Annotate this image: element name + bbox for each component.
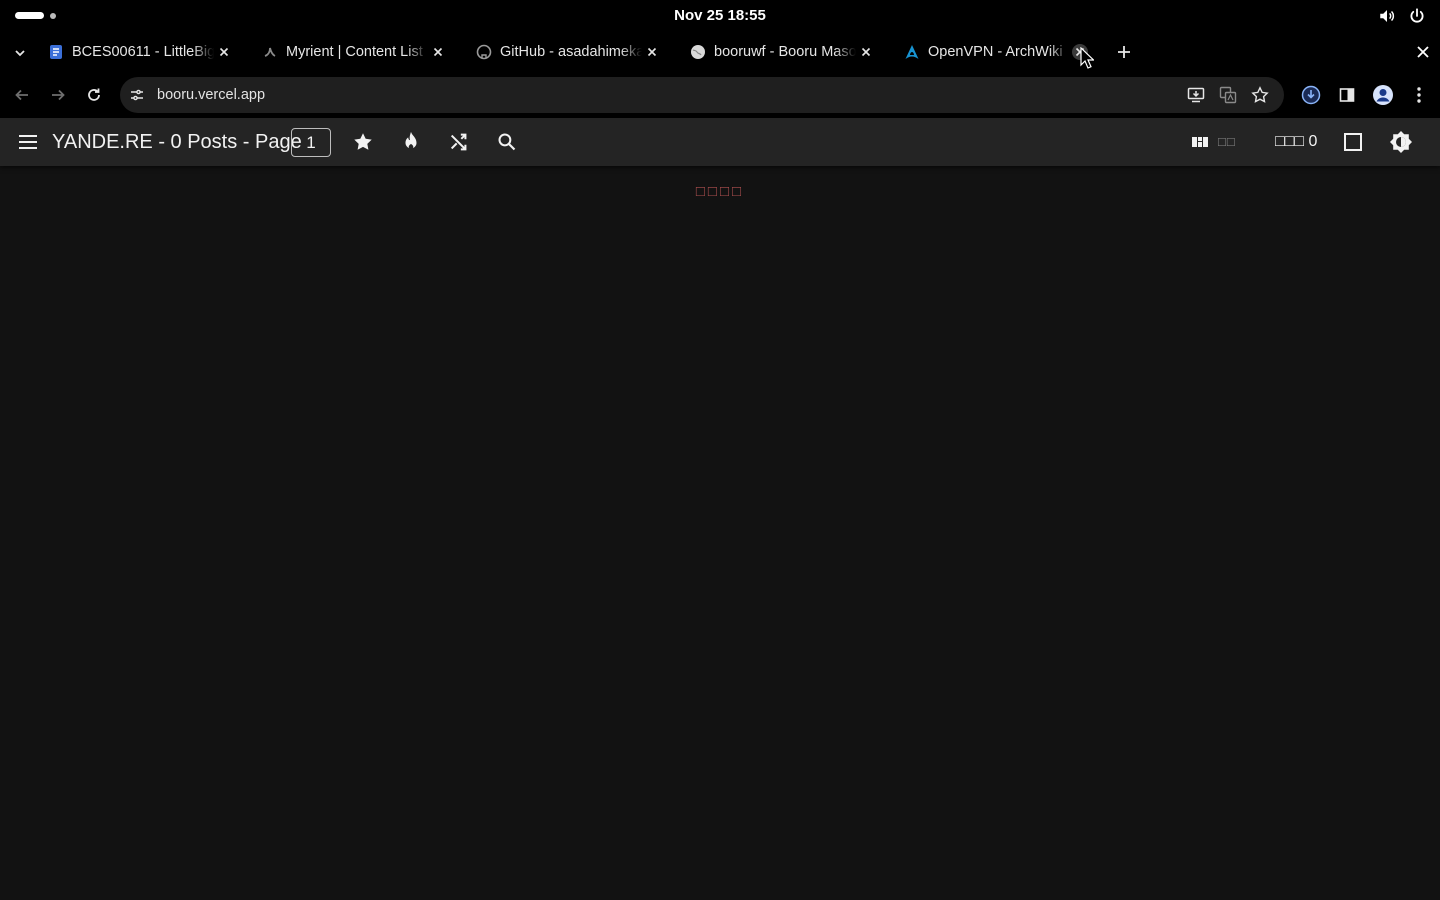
address-bar[interactable]: booru.vercel.app	[120, 77, 1284, 113]
new-tab-plus-icon[interactable]	[1114, 42, 1134, 62]
search-icon[interactable]	[495, 130, 519, 154]
fire-popular-icon[interactable]	[399, 130, 423, 154]
layout-toggle-label[interactable]: □□	[1218, 118, 1236, 166]
system-tray[interactable]	[1378, 7, 1426, 25]
back-arrow-icon[interactable]	[11, 84, 33, 106]
tab-strip: BCES00611 - LittleBigPlanet Myrient | Co…	[0, 32, 1440, 72]
arch-favicon-icon	[904, 44, 920, 60]
globe-favicon-icon	[690, 44, 706, 60]
tab-title: OpenVPN - ArchWiki	[928, 44, 1063, 60]
browser-toolbar: booru.vercel.app	[0, 72, 1440, 118]
close-tab-icon[interactable]	[430, 44, 446, 60]
tab-title: booruwf - Booru Masonry	[714, 44, 856, 60]
close-tab-icon[interactable]	[644, 44, 660, 60]
loading-status-text: □□□□	[695, 183, 745, 200]
system-clock[interactable]: Nov 25 18:55	[0, 0, 1440, 32]
mouse-cursor-icon	[1080, 46, 1095, 74]
power-icon[interactable]	[1408, 7, 1426, 25]
system-top-bar: Nov 25 18:55	[0, 0, 1440, 32]
github-favicon-icon	[476, 44, 492, 60]
shuffle-random-icon[interactable]	[447, 130, 471, 154]
bookmark-star-icon[interactable]	[1250, 85, 1270, 105]
selected-count-label[interactable]: □□□ 0	[1275, 118, 1317, 166]
chrome-menu-icon[interactable]	[1408, 84, 1430, 106]
tab-search-chevron-icon[interactable]	[10, 43, 30, 63]
activities-button[interactable]	[15, 12, 56, 19]
profile-avatar-icon[interactable]	[1372, 84, 1394, 106]
tab-title: Myrient | Content List	[286, 44, 423, 60]
tab-littlebigplanet[interactable]: BCES00611 - LittleBigPlanet	[38, 38, 240, 66]
download-extension-icon[interactable]	[1300, 84, 1322, 106]
masonry-layout-icon[interactable]	[1188, 130, 1212, 154]
tab-title: GitHub - asadahimeka	[500, 44, 642, 60]
translate-icon[interactable]	[1218, 85, 1238, 105]
brightness-theme-icon[interactable]	[1389, 130, 1413, 154]
site-info-tune-icon[interactable]	[128, 86, 146, 104]
volume-icon[interactable]	[1378, 7, 1396, 25]
workspace-indicator	[50, 12, 56, 19]
close-tab-icon[interactable]	[216, 44, 232, 60]
close-tab-icon[interactable]	[858, 44, 874, 60]
star-favorites-icon[interactable]	[351, 130, 375, 154]
myrient-favicon-icon	[262, 44, 278, 60]
hamburger-menu-icon[interactable]	[16, 130, 40, 154]
checkbox-select-icon[interactable]	[1341, 130, 1365, 154]
workspace-indicator-active	[15, 12, 44, 19]
tab-archwiki[interactable]: OpenVPN - ArchWiki	[894, 38, 1096, 66]
page-title: YANDE.RE - 0 Posts - Page	[52, 131, 302, 153]
reload-icon[interactable]	[83, 84, 105, 106]
window-close-icon[interactable]	[1413, 42, 1433, 62]
page-number-input[interactable]	[291, 128, 331, 157]
tab-title: BCES00611 - LittleBigPlanet	[72, 44, 214, 60]
tab-myrient[interactable]: Myrient | Content List	[252, 38, 454, 66]
forward-arrow-icon[interactable]	[47, 84, 69, 106]
tab-booruwf[interactable]: booruwf - Booru Masonry	[680, 38, 882, 66]
tab-github[interactable]: GitHub - asadahimeka	[466, 38, 668, 66]
install-app-icon[interactable]	[1186, 85, 1206, 105]
side-panel-icon[interactable]	[1336, 84, 1358, 106]
app-header: YANDE.RE - 0 Posts - Page □□ □□□ 0	[0, 118, 1440, 166]
url-text[interactable]: booru.vercel.app	[157, 77, 265, 113]
document-favicon-icon	[48, 44, 64, 60]
